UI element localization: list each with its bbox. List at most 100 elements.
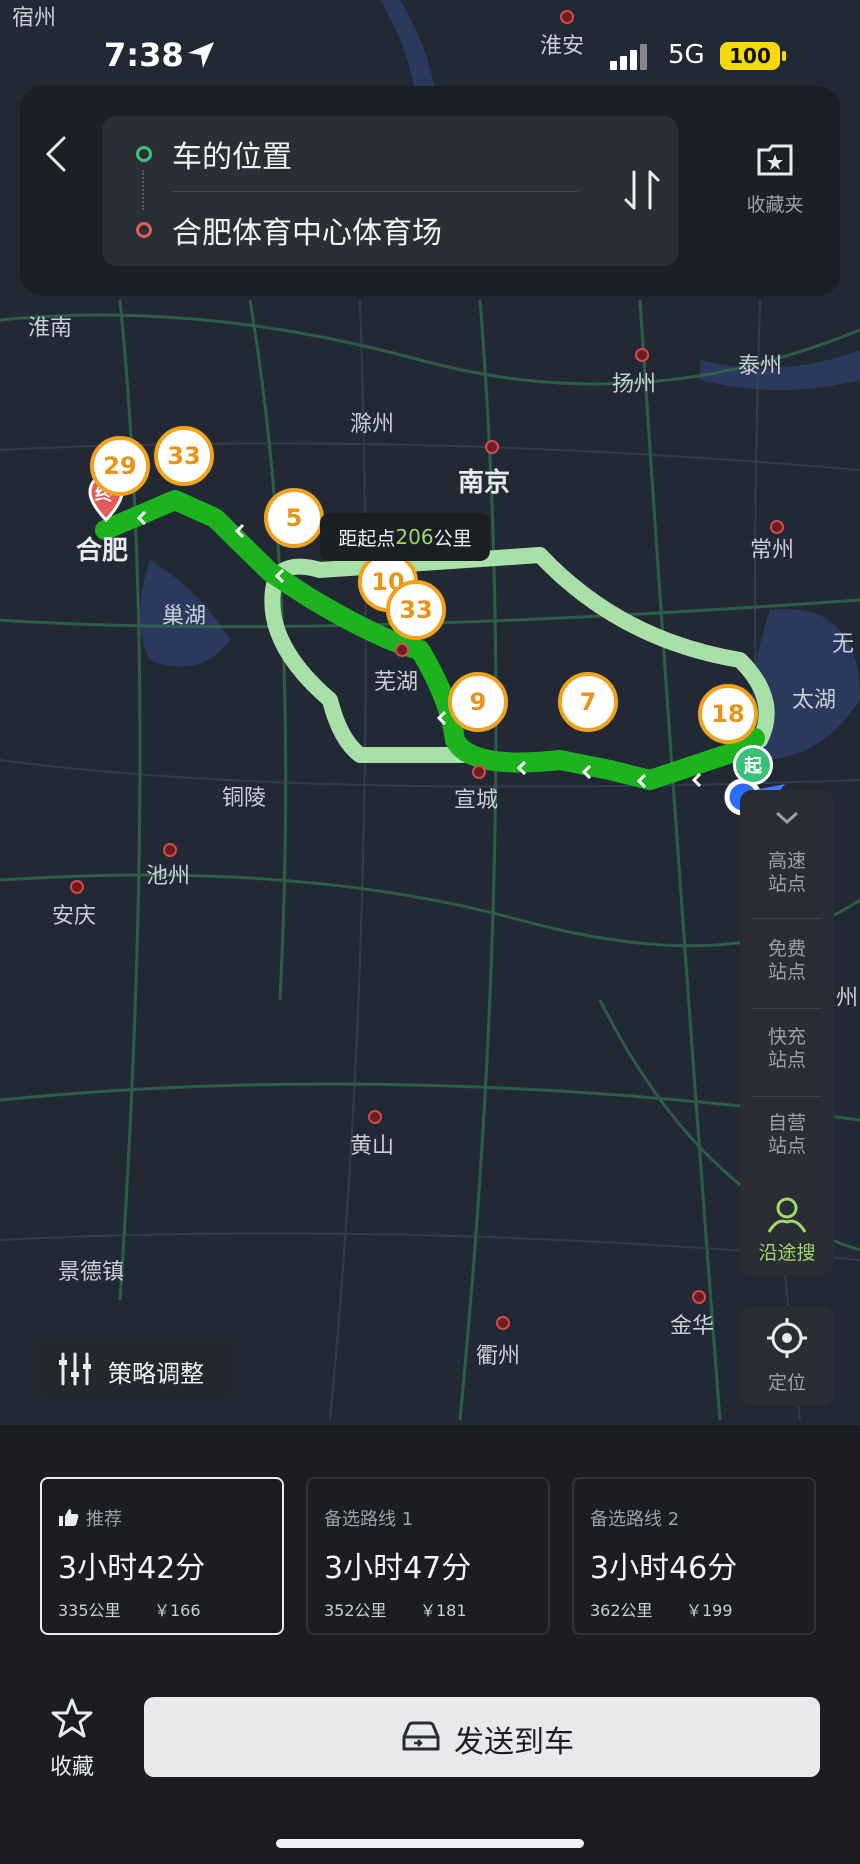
route-option-label: 推荐 (86, 1509, 122, 1530)
swap-icon[interactable] (622, 168, 662, 212)
favorites-folder-button[interactable]: 收藏夹 (720, 142, 830, 232)
car-send-icon (402, 1721, 440, 1751)
divider (752, 1008, 822, 1009)
route-option-label: 备选路线 2 (590, 1509, 680, 1530)
strategy-adjust-label: 策略调整 (108, 1360, 204, 1388)
filter-label: 快充站点 (767, 1026, 806, 1071)
route-option-alt-1[interactable]: 备选路线 1 3小时47分 352公里 ￥181 (306, 1477, 550, 1635)
city-label: 淮南 (28, 316, 73, 341)
city-label: 合肥 (76, 536, 129, 566)
sliders-icon (59, 1352, 91, 1386)
city-label: 扬州 (612, 372, 657, 397)
traffic-light-badge[interactable]: 33 (154, 426, 214, 486)
thumbs-up-icon (59, 1509, 79, 1526)
location-arrow-icon (188, 42, 214, 68)
origin-field[interactable]: 车的位置 (172, 132, 292, 176)
city-label: 黄山 (350, 1134, 395, 1159)
status-time: 7:38 (104, 36, 184, 74)
city-dot (395, 643, 409, 657)
traffic-light-badge[interactable]: 33 (386, 580, 446, 640)
city-dot (485, 440, 499, 454)
city-label: 铜陵 (222, 786, 267, 811)
fast-charge-stations-filter[interactable]: 快充站点 (740, 1026, 834, 1072)
search-along-label: 沿途搜 (758, 1242, 816, 1264)
route-option-toll: ￥199 (686, 1601, 733, 1620)
city-dot (163, 843, 177, 857)
divider (752, 918, 822, 919)
strategy-adjust-button[interactable]: 策略调整 (38, 1338, 236, 1400)
battery-level: 100 (729, 44, 771, 68)
destination-field[interactable]: 合肥体育中心体育场 (172, 208, 442, 252)
favorite-route-button[interactable]: 收藏 (36, 1697, 108, 1783)
city-label: 滁州 (350, 412, 395, 437)
poi-side-panel: 高速站点 免费站点 快充站点 自营站点 沿途搜 (740, 790, 834, 1275)
tooltip-unit: 公里 (433, 527, 472, 550)
city-label: 太湖 (792, 688, 837, 713)
route-option-distance: 352公里 (324, 1601, 387, 1620)
route-option-toll: ￥166 (154, 1601, 201, 1620)
city-label: 巢湖 (162, 604, 207, 629)
city-label: 安庆 (52, 904, 97, 929)
highway-stations-filter[interactable]: 高速站点 (740, 850, 834, 896)
route-connector (142, 170, 146, 210)
city-label: 衢州 (476, 1344, 521, 1369)
city-label: 泰州 (738, 354, 783, 379)
route-option-duration: 3小时42分 (58, 1551, 206, 1586)
route-option-distance: 362公里 (590, 1601, 653, 1620)
city-dot (496, 1316, 510, 1330)
city-label: 州 (836, 986, 859, 1011)
filter-label: 免费站点 (767, 938, 806, 983)
locate-label: 定位 (767, 1372, 806, 1394)
send-to-car-button[interactable]: 发送到车 (144, 1697, 820, 1777)
city-label: 宣城 (454, 788, 499, 813)
origin-dot-icon (136, 146, 152, 162)
city-label: 池州 (146, 864, 191, 889)
favorite-route-label: 收藏 (49, 1755, 94, 1780)
route-endpoints: 车的位置 合肥体育中心体育场 (102, 116, 678, 266)
traffic-light-badge[interactable]: 7 (558, 672, 618, 732)
city-dot (692, 1290, 706, 1304)
start-marker[interactable]: 起 (733, 745, 773, 785)
filter-label: 高速站点 (767, 850, 806, 895)
city-dot (560, 10, 574, 24)
traffic-light-badge[interactable]: 9 (448, 672, 508, 732)
network-type: 5G (668, 40, 705, 70)
city-dot (635, 348, 649, 362)
route-option-recommended[interactable]: 推荐 3小时42分 335公里 ￥166 (40, 1477, 284, 1635)
tooltip-distance: 206 (395, 525, 434, 549)
chevron-down-icon[interactable] (774, 810, 800, 826)
traffic-light-badge[interactable]: 18 (698, 684, 758, 744)
city-label: 无 (832, 632, 855, 657)
city-dot (70, 880, 84, 894)
city-dot (368, 1110, 382, 1124)
status-bar: 7:38 5G 100 (0, 36, 860, 86)
folder-star-icon (757, 144, 793, 176)
city-dot (472, 765, 486, 779)
start-marker-label: 起 (744, 756, 762, 777)
city-label: 芜湖 (374, 670, 419, 695)
battery-indicator: 100 (720, 42, 780, 70)
tooltip-prefix: 距起点 (338, 527, 396, 550)
route-option-duration: 3小时46分 (590, 1551, 738, 1586)
route-option-duration: 3小时47分 (324, 1551, 472, 1586)
signal-icon (610, 44, 647, 70)
home-indicator[interactable] (276, 1839, 584, 1848)
locate-button[interactable]: 定位 (740, 1306, 834, 1406)
route-option-label: 备选路线 1 (324, 1509, 414, 1530)
search-along-route-button[interactable]: 沿途搜 (740, 1194, 834, 1274)
self-operated-stations-filter[interactable]: 自营站点 (740, 1112, 834, 1158)
route-option-alt-2[interactable]: 备选路线 2 3小时46分 362公里 ￥199 (572, 1477, 816, 1635)
route-option-distance: 335公里 (58, 1601, 121, 1620)
city-label: 宿州 (12, 6, 57, 31)
city-label: 南京 (458, 468, 511, 498)
back-arrow-icon[interactable] (44, 134, 68, 174)
route-options-sheet: 推荐 3小时42分 335公里 ￥166 备选路线 1 3小时47分 352公里… (0, 1425, 860, 1864)
traffic-light-badge[interactable]: 5 (264, 488, 324, 548)
traffic-light-badge[interactable]: 29 (90, 436, 150, 496)
city-label: 金华 (670, 1314, 715, 1339)
destination-dot-icon (136, 222, 152, 238)
star-icon (51, 1698, 93, 1738)
crosshair-icon (767, 1318, 807, 1358)
free-stations-filter[interactable]: 免费站点 (740, 938, 834, 984)
send-to-car-label: 发送到车 (454, 1725, 574, 1760)
